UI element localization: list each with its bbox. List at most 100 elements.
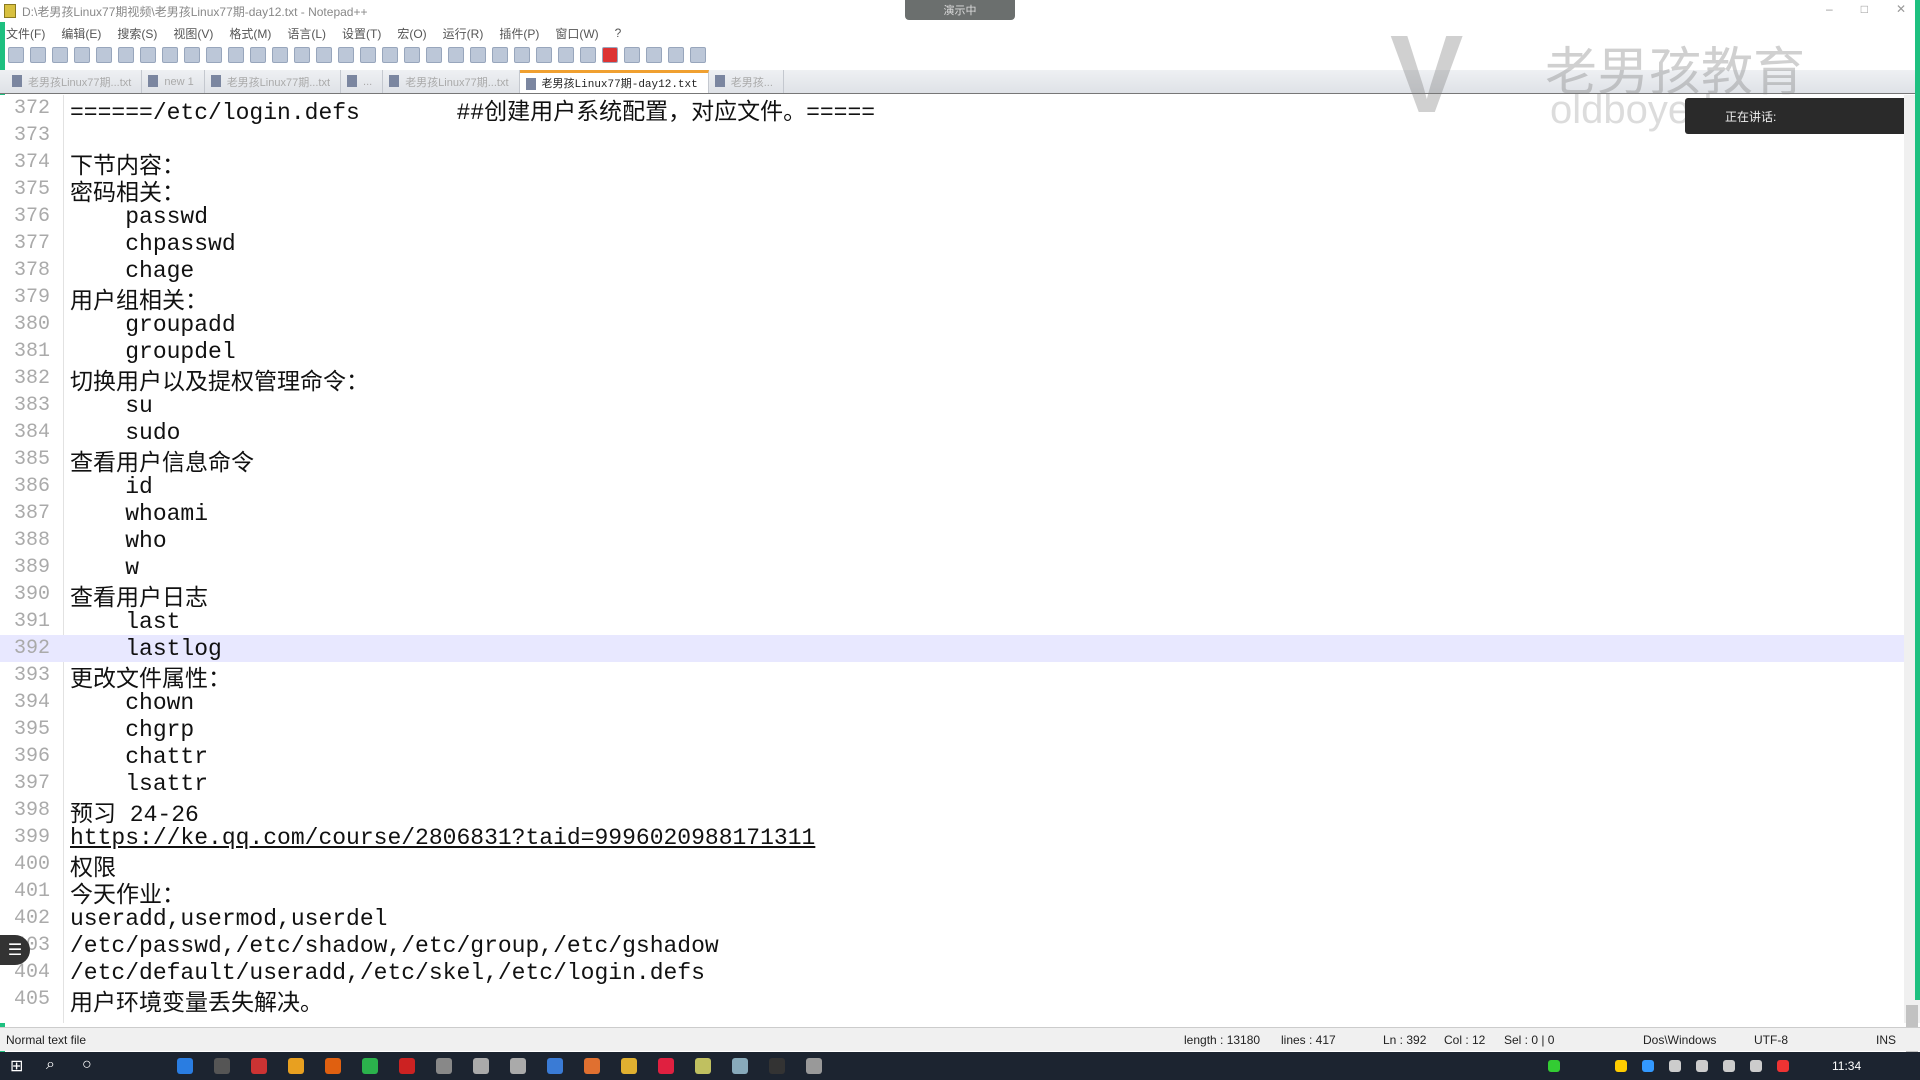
taskbar-app-icon[interactable] xyxy=(288,1058,304,1074)
toolbar-button-icon[interactable] xyxy=(184,47,200,63)
editor-line[interactable]: 389 w xyxy=(0,554,1904,581)
toolbar-button-icon[interactable] xyxy=(118,47,134,63)
toolbar-button-icon[interactable] xyxy=(140,47,156,63)
taskbar-app-icon[interactable] xyxy=(177,1058,193,1074)
editor-line[interactable]: 376 passwd xyxy=(0,203,1904,230)
tray-icon[interactable] xyxy=(1615,1060,1627,1072)
taskbar-app-icon[interactable] xyxy=(658,1058,674,1074)
toolbar-button-icon[interactable] xyxy=(360,47,376,63)
tray-icon[interactable] xyxy=(1669,1060,1681,1072)
tray-icon[interactable] xyxy=(1750,1060,1762,1072)
editor-line[interactable]: 400 权限 xyxy=(0,851,1904,882)
editor-line[interactable]: 403/etc/passwd,/etc/shadow,/etc/group,/e… xyxy=(0,932,1904,959)
editor-line[interactable]: 388 who xyxy=(0,527,1904,554)
editor-line[interactable]: 393 更改文件属性： xyxy=(0,662,1904,693)
tab-0[interactable]: 老男孩Linux77期...txt xyxy=(6,70,143,93)
editor-line[interactable]: 380 groupadd xyxy=(0,311,1904,338)
editor-line[interactable]: 405 用户环境变量丢失解决。 xyxy=(0,986,1904,1017)
taskbar-app-icon[interactable] xyxy=(473,1058,489,1074)
toolbar-button-icon[interactable] xyxy=(162,47,178,63)
menu-item-7[interactable]: 宏(O) xyxy=(397,25,426,42)
search-icon[interactable]: ⌕ xyxy=(46,1056,55,1074)
taskbar-app-icon[interactable] xyxy=(695,1058,711,1074)
editor-line[interactable]: 382 切换用户以及提权管理命令： xyxy=(0,365,1904,396)
editor-line[interactable]: 402 useradd,usermod,userdel xyxy=(0,905,1904,932)
taskbar-app-icon[interactable] xyxy=(547,1058,563,1074)
toolbar-button-icon[interactable] xyxy=(690,47,706,63)
taskbar-app-icon[interactable] xyxy=(325,1058,341,1074)
editor[interactable]: 372 ======/etc/login.defs ##创建用户系统配置，对应文件… xyxy=(0,95,1904,1023)
tab-5[interactable]: 老男孩Linux77期-day12.txt xyxy=(519,70,709,93)
taskbar-app-icon[interactable] xyxy=(732,1058,748,1074)
toolbar-button-icon[interactable] xyxy=(272,47,288,63)
editor-line[interactable]: 391 last xyxy=(0,608,1904,635)
tab-3[interactable]: ... xyxy=(341,70,384,93)
editor-line[interactable]: 401 今天作业： xyxy=(0,878,1904,909)
toolbar-button-icon[interactable] xyxy=(580,47,596,63)
tab-1[interactable]: new 1 xyxy=(142,70,205,93)
toolbar-button-icon[interactable] xyxy=(74,47,90,63)
editor-line[interactable]: 375 密码相关： xyxy=(0,176,1904,207)
editor-line[interactable]: 384 sudo xyxy=(0,419,1904,446)
toolbar-button-icon[interactable] xyxy=(250,47,266,63)
editor-line[interactable]: 398 预习 24-26 xyxy=(0,797,1904,828)
taskbar-app-icon[interactable] xyxy=(362,1058,378,1074)
editor-line[interactable]: 377 chpasswd xyxy=(0,230,1904,257)
tray-icon[interactable] xyxy=(1548,1060,1560,1072)
taskbar-app-icon[interactable] xyxy=(399,1058,415,1074)
maximize-button[interactable]: □ xyxy=(1861,2,1868,16)
toolbar-button-icon[interactable] xyxy=(470,47,486,63)
editor-line[interactable]: 396 chattr xyxy=(0,743,1904,770)
tab-6[interactable]: 老男孩... xyxy=(709,70,784,93)
toolbar-button-icon[interactable] xyxy=(294,47,310,63)
menu-item-9[interactable]: 插件(P) xyxy=(499,25,539,42)
editor-line[interactable]: 399 https://ke.qq.com/course/2806831?taid… xyxy=(0,824,1904,851)
url-link[interactable]: https://ke.qq.com/course/2806831?taid=99… xyxy=(58,825,815,851)
menu-item-3[interactable]: 视图(V) xyxy=(173,25,213,42)
menu-item-0[interactable]: 文件(F) xyxy=(6,25,45,42)
editor-line[interactable]: 385 查看用户信息命令 xyxy=(0,446,1904,477)
menu-item-5[interactable]: 语言(L) xyxy=(287,25,326,42)
toolbar-button-icon[interactable] xyxy=(602,47,618,63)
toolbar-button-icon[interactable] xyxy=(382,47,398,63)
toolbar-button-icon[interactable] xyxy=(52,47,68,63)
toolbar-button-icon[interactable] xyxy=(8,47,24,63)
menu-item-1[interactable]: 编辑(E) xyxy=(61,25,101,42)
editor-line[interactable]: 372 ======/etc/login.defs ##创建用户系统配置，对应文件… xyxy=(0,95,1904,126)
tray-icon[interactable] xyxy=(1777,1060,1789,1072)
taskbar-app-icon[interactable] xyxy=(510,1058,526,1074)
taskbar-app-icon[interactable] xyxy=(621,1058,637,1074)
editor-line[interactable]: 394 chown xyxy=(0,689,1904,716)
editor-line[interactable]: 373 xyxy=(0,122,1904,149)
toolbar-button-icon[interactable] xyxy=(668,47,684,63)
menu-item-2[interactable]: 搜索(S) xyxy=(117,25,157,42)
cortana-icon[interactable]: ○ xyxy=(82,1056,92,1074)
tray-icon[interactable] xyxy=(1723,1060,1735,1072)
toolbar-button-icon[interactable] xyxy=(558,47,574,63)
toolbar-button-icon[interactable] xyxy=(646,47,662,63)
taskbar-app-icon[interactable] xyxy=(251,1058,267,1074)
close-button[interactable]: ✕ xyxy=(1896,2,1906,16)
toolbar-button-icon[interactable] xyxy=(624,47,640,63)
menu-item-4[interactable]: 格式(M) xyxy=(229,25,271,42)
menu-item-11[interactable]: ? xyxy=(615,26,622,40)
clock[interactable]: 11:34 xyxy=(1832,1059,1861,1073)
recording-badge[interactable]: 演示中 xyxy=(905,0,1015,20)
windows-start-icon[interactable]: ⊞ xyxy=(10,1056,23,1076)
taskbar-app-icon[interactable] xyxy=(584,1058,600,1074)
tray-icon[interactable] xyxy=(1696,1060,1708,1072)
menu-item-8[interactable]: 运行(R) xyxy=(443,25,484,42)
editor-line[interactable]: 379 用户组相关： xyxy=(0,284,1904,315)
editor-line[interactable]: 392 lastlog xyxy=(0,635,1904,662)
toolbar-button-icon[interactable] xyxy=(536,47,552,63)
toolbar-button-icon[interactable] xyxy=(96,47,112,63)
tray-icon[interactable] xyxy=(1642,1060,1654,1072)
editor-line[interactable]: 378 chage xyxy=(0,257,1904,284)
toolbar-button-icon[interactable] xyxy=(492,47,508,63)
toolbar-button-icon[interactable] xyxy=(30,47,46,63)
toolbar-button-icon[interactable] xyxy=(426,47,442,63)
taskbar-app-icon[interactable] xyxy=(806,1058,822,1074)
taskbar-app-icon[interactable] xyxy=(214,1058,230,1074)
minimize-button[interactable]: – xyxy=(1826,2,1833,16)
toolbar-button-icon[interactable] xyxy=(514,47,530,63)
